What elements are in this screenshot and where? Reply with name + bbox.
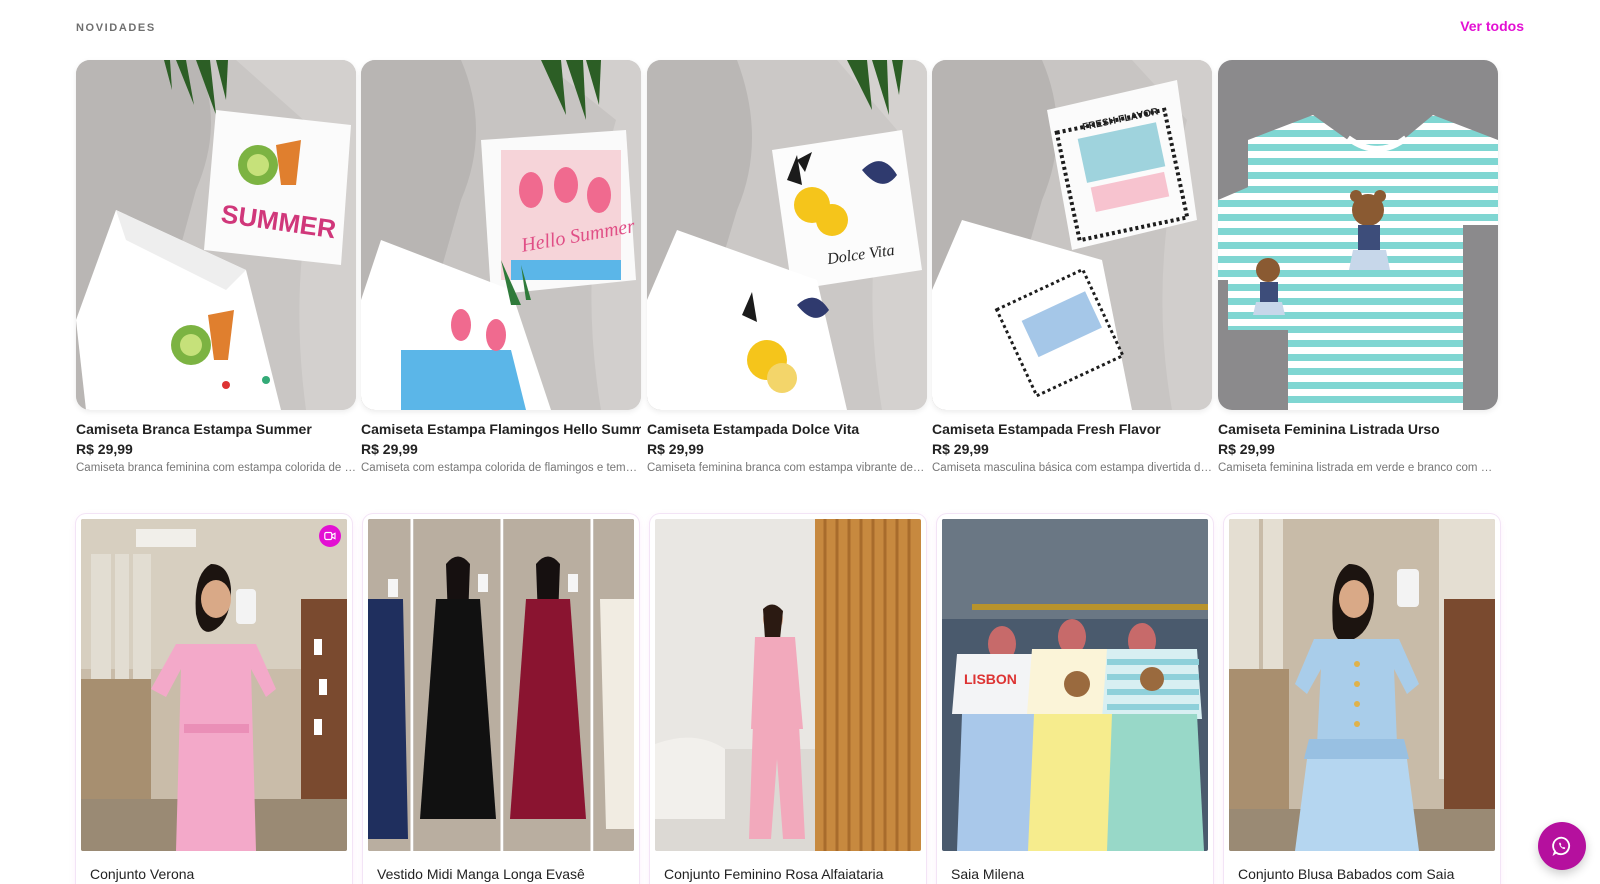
product-card[interactable]: Camiseta Feminina Listrada Urso R$ 29,99… <box>1218 60 1498 474</box>
video-card[interactable]: Conjunto Verona <box>76 514 352 884</box>
video-title[interactable]: Conjunto Verona <box>90 866 194 882</box>
svg-text:LISBON: LISBON <box>964 671 1017 687</box>
product-name[interactable]: Camiseta Estampada Fresh Flavor <box>932 421 1212 437</box>
section-header: NOVIDADES Ver todos <box>76 18 1524 42</box>
product-name[interactable]: Camiseta Branca Estampa Summer <box>76 421 356 437</box>
video-camera-icon <box>319 525 341 547</box>
product-card[interactable]: Hello Summer Camiseta Estampa Flamingos … <box>361 60 641 474</box>
video-thumbnail[interactable] <box>81 519 347 851</box>
product-card[interactable]: FRESH FLAVOR Camiseta Estampada Fresh Fl… <box>932 60 1212 474</box>
product-description: Camiseta masculina básica com estampa di… <box>932 462 1212 474</box>
product-name[interactable]: Camiseta Feminina Listrada Urso <box>1218 421 1498 437</box>
product-price: R$ 29,99 <box>1218 441 1275 457</box>
video-title[interactable]: Vestido Midi Manga Longa Evasê <box>377 866 585 882</box>
video-thumbnail[interactable]: LISBON <box>942 519 1208 851</box>
product-name[interactable]: Camiseta Estampa Flamingos Hello Summer <box>361 421 641 437</box>
product-image[interactable]: SUMMER <box>76 60 356 410</box>
video-grid: Conjunto Verona Vestido Midi Manga Longa… <box>76 514 1524 884</box>
video-thumbnail[interactable] <box>655 519 921 851</box>
see-all-link[interactable]: Ver todos <box>1460 18 1524 34</box>
product-description: Camiseta feminina branca com estampa vib… <box>647 462 927 474</box>
product-card[interactable]: SUMMER Camiseta Branca Estampa Summer R$… <box>76 60 356 474</box>
section-title: NOVIDADES <box>76 22 156 34</box>
product-image[interactable]: FRESH FLAVOR <box>932 60 1212 410</box>
video-card[interactable]: Conjunto Feminino Rosa Alfaiataria <box>650 514 926 884</box>
video-title[interactable]: Saia Milena <box>951 866 1024 882</box>
product-price: R$ 29,99 <box>647 441 704 457</box>
video-title[interactable]: Conjunto Blusa Babados com Saia <box>1238 866 1454 882</box>
video-card[interactable]: LISBON Saia Milena <box>937 514 1213 884</box>
product-price: R$ 29,99 <box>932 441 989 457</box>
product-image[interactable]: Hello Summer <box>361 60 641 410</box>
video-thumbnail[interactable] <box>368 519 634 851</box>
whatsapp-icon <box>1552 836 1571 856</box>
product-image[interactable] <box>1218 60 1498 410</box>
video-card[interactable]: Vestido Midi Manga Longa Evasê <box>363 514 639 884</box>
product-description: Camiseta branca feminina com estampa col… <box>76 462 356 474</box>
product-description: Camiseta com estampa colorida de flaming… <box>361 462 641 474</box>
video-thumbnail[interactable] <box>1229 519 1495 851</box>
product-price: R$ 29,99 <box>361 441 418 457</box>
product-image[interactable]: Dolce Vita <box>647 60 927 410</box>
product-name[interactable]: Camiseta Estampada Dolce Vita <box>647 421 927 437</box>
product-price: R$ 29,99 <box>76 441 133 457</box>
whatsapp-button[interactable] <box>1538 822 1586 870</box>
product-grid: SUMMER Camiseta Branca Estampa Summer R$… <box>76 60 1524 480</box>
product-card[interactable]: Dolce Vita Camiseta Estampada Dolce Vita… <box>647 60 927 474</box>
video-title[interactable]: Conjunto Feminino Rosa Alfaiataria <box>664 866 883 882</box>
video-card[interactable]: Conjunto Blusa Babados com Saia <box>1224 514 1500 884</box>
product-description: Camiseta feminina listrada em verde e br… <box>1218 462 1498 474</box>
